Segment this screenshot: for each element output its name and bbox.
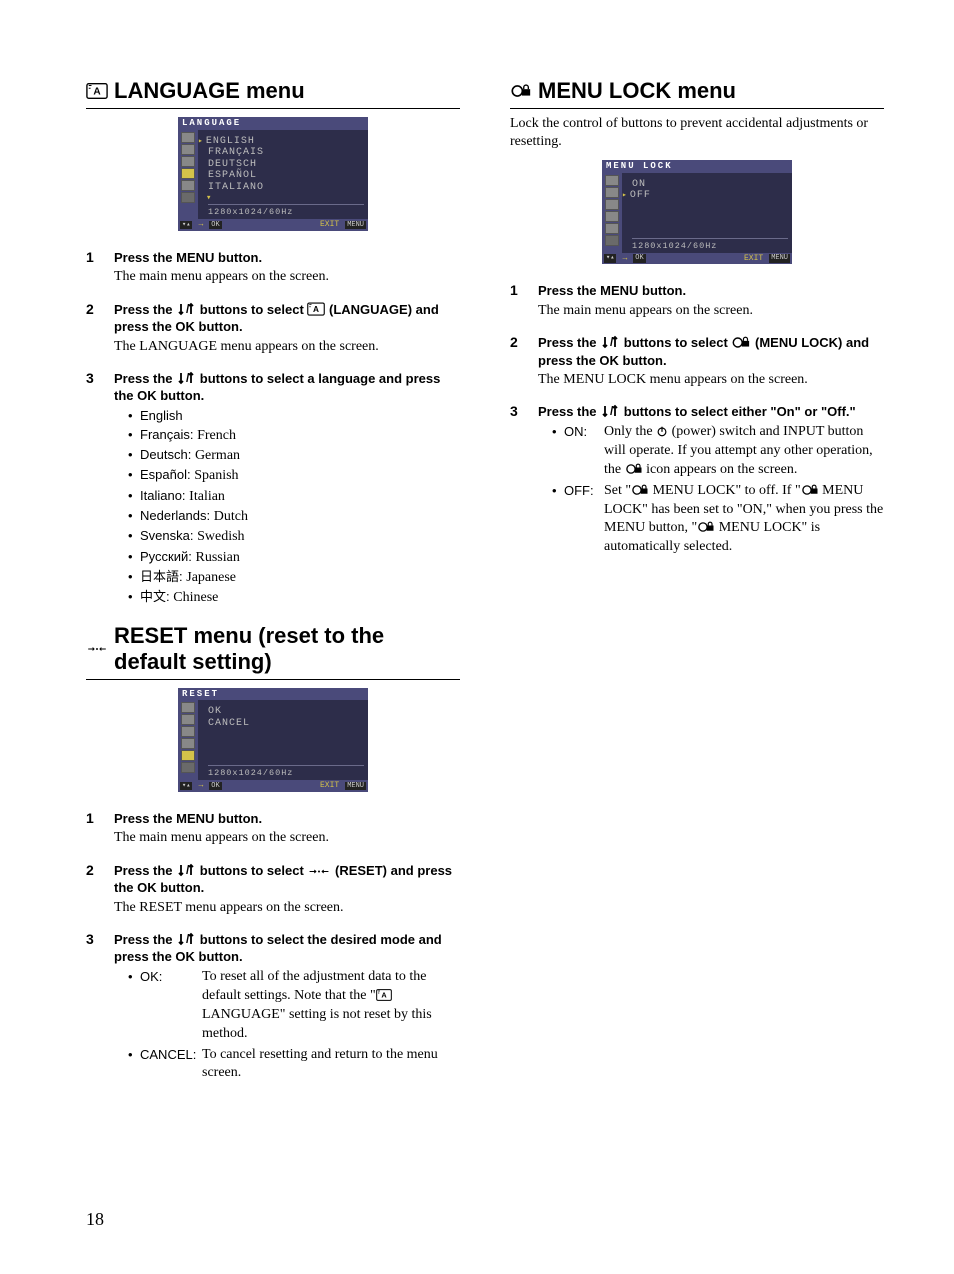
language-title: LANGUAGE menu [114, 78, 305, 104]
step-head: Press the buttons to select a language a… [114, 370, 460, 405]
step-head: Press the buttons to select the desired … [114, 931, 460, 966]
step-head: Press the MENU button. [114, 249, 460, 267]
updown-icon [176, 371, 196, 385]
osd-item: CANCEL [208, 718, 364, 730]
step-head: Press the MENU button. [538, 282, 884, 300]
list-item: Français: French [128, 426, 460, 446]
language-list: English Français: French Deutsch: German… [114, 407, 460, 609]
osd-item: DEUTSCH [208, 159, 364, 171]
language-heading: LANGUAGE menu [86, 78, 460, 109]
def-row: • OK: To reset all of the adjustment dat… [114, 968, 460, 1044]
osd-title: LANGUAGE [178, 117, 368, 130]
step-body: The LANGUAGE menu appears on the screen. [114, 338, 460, 356]
lock-icon [631, 484, 649, 496]
lock-icon [731, 336, 751, 349]
osd-footer: ▾▴→ OK EXIT MENU [602, 253, 792, 265]
osd-title: RESET [178, 688, 368, 701]
osd-item: ON [632, 179, 788, 191]
menulock-steps: Press the MENU button. The main menu app… [510, 282, 884, 557]
reset-icon [307, 866, 331, 877]
step: Press the buttons to select (RESET) and … [86, 862, 460, 917]
osd-status: 1280x1024/60Hz [208, 204, 364, 217]
step: Press the buttons to select (LANGUAGE) a… [86, 301, 460, 356]
lock-icon [510, 82, 532, 100]
left-column: LANGUAGE menu LANGUAGE ENGLISH FRANÇAIS … [86, 78, 460, 1097]
osd-sidebar [178, 700, 198, 780]
osd-item: FRANÇAIS [208, 147, 364, 159]
list-item: Español: Spanish [128, 466, 460, 486]
step-head: Press the buttons to select either "On" … [538, 403, 884, 421]
language-icon [307, 302, 325, 316]
list-item: Deutsch: German [128, 446, 460, 466]
step-body: The RESET menu appears on the screen. [114, 899, 460, 917]
updown-icon [600, 404, 620, 418]
osd-footer: ▾▴→ OK EXIT MENU [178, 219, 368, 231]
list-item: Svenska: Swedish [128, 527, 460, 547]
step: Press the MENU button. The main menu app… [510, 282, 884, 320]
step-body: The main menu appears on the screen. [114, 829, 460, 847]
language-icon [376, 989, 392, 1001]
list-item: Nederlands: Dutch [128, 507, 460, 527]
lock-icon [625, 463, 643, 475]
step-head: Press the buttons to select (LANGUAGE) a… [114, 301, 460, 336]
updown-icon [176, 863, 196, 877]
step: Press the buttons to select a language a… [86, 370, 460, 609]
list-item: 中文: Chinese [128, 588, 460, 608]
list-item: 日本語: Japanese [128, 568, 460, 588]
osd-item: ITALIANO [208, 182, 364, 194]
manual-page: LANGUAGE menu LANGUAGE ENGLISH FRANÇAIS … [0, 0, 954, 1274]
power-icon [656, 425, 668, 437]
list-item: Italiano: Italian [128, 487, 460, 507]
menulock-heading: MENU LOCK menu [510, 78, 884, 109]
step: Press the MENU button. The main menu app… [86, 810, 460, 848]
osd-item: ESPAÑOL [208, 170, 364, 182]
def-row: • CANCEL: To cancel resetting and return… [114, 1046, 460, 1084]
menulock-osd: MENU LOCK ON OFF 1280x1024/60Hz [602, 160, 792, 264]
def-row: • OFF: Set " MENU LOCK" to off. If " MEN… [538, 482, 884, 558]
lock-icon [697, 521, 715, 533]
step: Press the MENU button. The main menu app… [86, 249, 460, 287]
language-icon [86, 82, 108, 100]
right-column: MENU LOCK menu Lock the control of butto… [510, 78, 884, 1097]
step-body: The main menu appears on the screen. [114, 268, 460, 286]
updown-icon [176, 302, 196, 316]
reset-steps: Press the MENU button. The main menu app… [86, 810, 460, 1083]
menulock-intro: Lock the control of buttons to prevent a… [510, 115, 884, 150]
reset-osd: RESET OK CANCEL 1280x1024/60Hz [178, 688, 368, 792]
menulock-title: MENU LOCK menu [538, 78, 736, 104]
list-item: English [128, 407, 460, 426]
osd-status: 1280x1024/60Hz [208, 765, 364, 778]
step-head: Press the buttons to select (MENU LOCK) … [538, 334, 884, 369]
osd-item: OFF [632, 190, 788, 202]
step-head: Press the buttons to select (RESET) and … [114, 862, 460, 897]
step: Press the buttons to select the desired … [86, 931, 460, 1083]
reset-title: RESET menu (reset to the default setting… [114, 623, 460, 675]
def-row: • ON: Only the (power) switch and INPUT … [538, 423, 884, 480]
language-osd: LANGUAGE ENGLISH FRANÇAIS DEUTSCH ESPAÑO… [178, 117, 368, 231]
reset-heading: RESET menu (reset to the default setting… [86, 623, 460, 680]
page-number: 18 [86, 1209, 104, 1230]
osd-title: MENU LOCK [602, 160, 792, 173]
step: Press the buttons to select (MENU LOCK) … [510, 334, 884, 389]
osd-sidebar [602, 173, 622, 253]
updown-icon [600, 335, 620, 349]
reset-icon [86, 640, 108, 658]
osd-item: ENGLISH [208, 136, 364, 148]
step-body: The MENU LOCK menu appears on the screen… [538, 371, 884, 389]
osd-sidebar [178, 130, 198, 219]
step: Press the buttons to select either "On" … [510, 403, 884, 557]
step-head: Press the MENU button. [114, 810, 460, 828]
language-steps: Press the MENU button. The main menu app… [86, 249, 460, 609]
updown-icon [176, 932, 196, 946]
osd-status: 1280x1024/60Hz [632, 238, 788, 251]
osd-footer: ▾▴→ OK EXIT MENU [178, 780, 368, 792]
osd-item: OK [208, 706, 364, 718]
step-body: The main menu appears on the screen. [538, 302, 884, 320]
list-item: Русский: Russian [128, 548, 460, 568]
lock-icon [801, 484, 819, 496]
